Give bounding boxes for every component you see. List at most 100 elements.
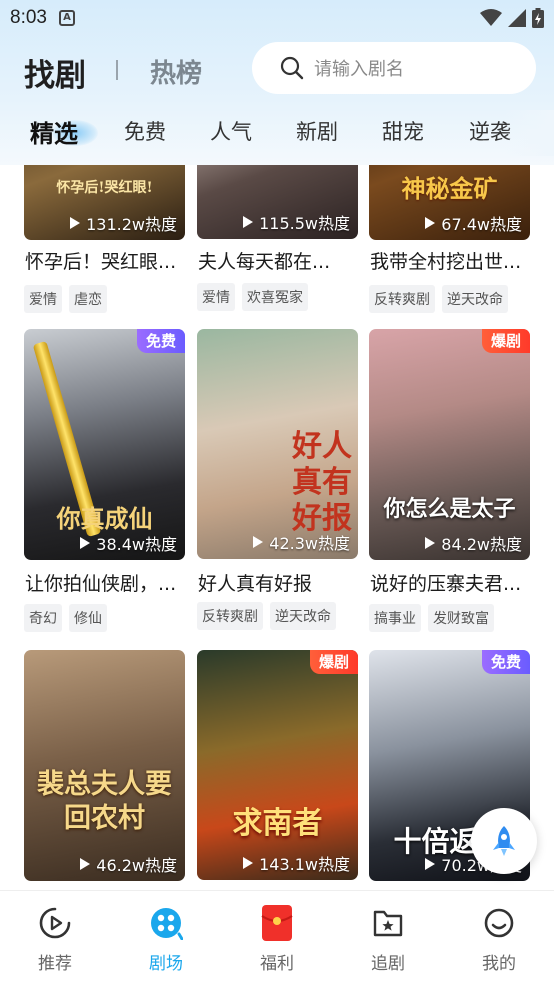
tab-featured[interactable]: 精选 [30, 114, 78, 149]
notification-a-icon: A [58, 10, 75, 26]
drama-poster[interactable]: 115.5w热度 [197, 165, 358, 239]
tag[interactable]: 搞事业 [369, 604, 421, 632]
smile-icon [484, 908, 514, 938]
page-title[interactable]: 找剧 [24, 50, 86, 95]
tab-popular[interactable]: 人气 [210, 116, 252, 146]
nav-mine[interactable]: 我的 [459, 903, 539, 974]
drama-title[interactable]: 夫人每天都在... [198, 247, 360, 274]
heat-count: 42.3w热度 [253, 530, 350, 554]
tag-list: 爱情 虐恋 [24, 285, 107, 313]
heat-count: 67.4w热度 [425, 211, 522, 235]
tag[interactable]: 反转爽剧 [197, 602, 263, 630]
hot-badge: 爆剧 [481, 329, 530, 353]
tag[interactable]: 修仙 [69, 604, 107, 632]
bookmark-star-icon [373, 910, 403, 937]
tag[interactable]: 反转爽剧 [369, 285, 435, 313]
heat-count: 143.1w热度 [243, 851, 350, 875]
tag-list: 爱情 欢喜冤家 [197, 283, 308, 311]
nav-recommend[interactable]: 推荐 [15, 903, 95, 974]
drama-title[interactable]: 好人真有好报 [198, 569, 360, 596]
free-badge: 免费 [136, 329, 185, 353]
poster-title: 你真成仙 [56, 504, 153, 533]
play-icon [70, 217, 81, 229]
tag[interactable]: 爱情 [24, 285, 62, 313]
status-time: 8:03 [10, 7, 47, 28]
drama-poster[interactable]: 你真成仙 免费 38.4w热度 [24, 329, 185, 560]
poster-title: 怀孕后!哭红眼! [56, 180, 153, 196]
tag-list: 反转爽剧 逆天改命 [197, 602, 336, 630]
tag[interactable]: 虐恋 [69, 285, 107, 313]
drama-title[interactable]: 让你拍仙侠剧，... [25, 569, 187, 596]
heat-count: 46.2w热度 [80, 852, 177, 876]
play-icon [80, 858, 91, 870]
tab-sweet[interactable]: 甜宠 [382, 116, 424, 146]
drama-title[interactable]: 怀孕后！哭红眼... [25, 247, 187, 274]
status-bar: 8:03 A [0, 0, 554, 36]
heat-count: 131.2w热度 [70, 211, 177, 235]
tag[interactable]: 爱情 [197, 283, 235, 311]
nav-label: 我的 [482, 954, 516, 974]
tag[interactable]: 发财致富 [428, 604, 494, 632]
category-tabs: 精选 免费 人气 新剧 甜宠 逆袭 [0, 110, 554, 156]
wifi-icon [480, 9, 502, 26]
top-row: 找剧 热榜 请输入剧名 [0, 40, 554, 100]
search-placeholder: 请输入剧名 [314, 59, 404, 80]
poster-title: 裴总夫人要回农村 [37, 769, 172, 834]
bottom-nav: 推荐 剧场 福利 追剧 我的 [0, 890, 554, 985]
heat-count: 38.4w热度 [80, 531, 177, 555]
tab-new[interactable]: 新剧 [296, 116, 338, 146]
search-icon [280, 56, 304, 80]
play-icon [80, 537, 91, 549]
drama-title[interactable]: 我带全村挖出世... [370, 247, 532, 274]
red-envelope-icon [261, 905, 293, 941]
free-badge: 免费 [481, 650, 530, 674]
play-icon [253, 536, 264, 548]
back-to-top-button[interactable] [471, 808, 537, 874]
nav-theater[interactable]: 剧场 [126, 903, 206, 974]
nav-label: 福利 [260, 954, 294, 974]
nav-label: 追剧 [371, 954, 405, 974]
hot-badge: 爆剧 [309, 650, 358, 674]
play-circle-icon [39, 907, 71, 939]
play-icon [243, 216, 254, 228]
poster-title: 好人真有好报 [292, 429, 352, 536]
tabs-fade [504, 110, 554, 156]
drama-poster[interactable]: 裴总夫人要回农村 46.2w热度 [24, 650, 185, 881]
poster-title: 你怎么是太子 [383, 496, 516, 522]
hot-list-tab[interactable]: 热榜 [150, 53, 202, 90]
drama-grid: 怀孕后!哭红眼! 131.2w热度 怀孕后！哭红眼... 爱情 虐恋 115.5… [0, 165, 554, 890]
drama-poster[interactable]: 你怎么是太子 爆剧 84.2w热度 [369, 329, 530, 560]
nav-welfare[interactable]: 福利 [237, 903, 317, 974]
play-icon [425, 537, 436, 549]
tab-free[interactable]: 免费 [124, 116, 166, 146]
poster-title: 求南者 [232, 806, 323, 841]
tag-list: 奇幻 修仙 [24, 604, 107, 632]
drama-poster[interactable]: 好人真有好报 42.3w热度 [197, 329, 358, 559]
tag[interactable]: 奇幻 [24, 604, 62, 632]
rocket-icon [493, 826, 515, 856]
play-icon [243, 857, 254, 869]
nav-label: 剧场 [149, 954, 183, 974]
tag[interactable]: 逆天改命 [442, 285, 508, 313]
nav-label: 推荐 [38, 954, 72, 974]
tag-list: 反转爽剧 逆天改命 [369, 285, 508, 313]
play-icon [425, 217, 436, 229]
status-icons [480, 8, 544, 28]
battery-icon [532, 8, 544, 28]
drama-poster[interactable]: 怀孕后!哭红眼! 131.2w热度 [24, 165, 185, 240]
drama-title[interactable]: 说好的压寨夫君... [370, 569, 532, 596]
poster-title: 神秘金矿 [401, 174, 498, 203]
title-divider [116, 60, 118, 80]
tag[interactable]: 逆天改命 [270, 602, 336, 630]
tag[interactable]: 欢喜冤家 [242, 283, 308, 311]
nav-following[interactable]: 追剧 [348, 903, 428, 974]
search-input[interactable]: 请输入剧名 [252, 42, 536, 94]
play-icon [425, 858, 436, 870]
tag-list: 搞事业 发财致富 [369, 604, 494, 632]
heat-count: 84.2w热度 [425, 531, 522, 555]
signal-icon [508, 9, 526, 27]
heat-count: 115.5w热度 [243, 210, 350, 234]
drama-poster[interactable]: 神秘金矿 67.4w热度 [369, 165, 530, 240]
theater-icon [151, 908, 183, 940]
drama-poster[interactable]: 求南者 爆剧 143.1w热度 [197, 650, 358, 880]
